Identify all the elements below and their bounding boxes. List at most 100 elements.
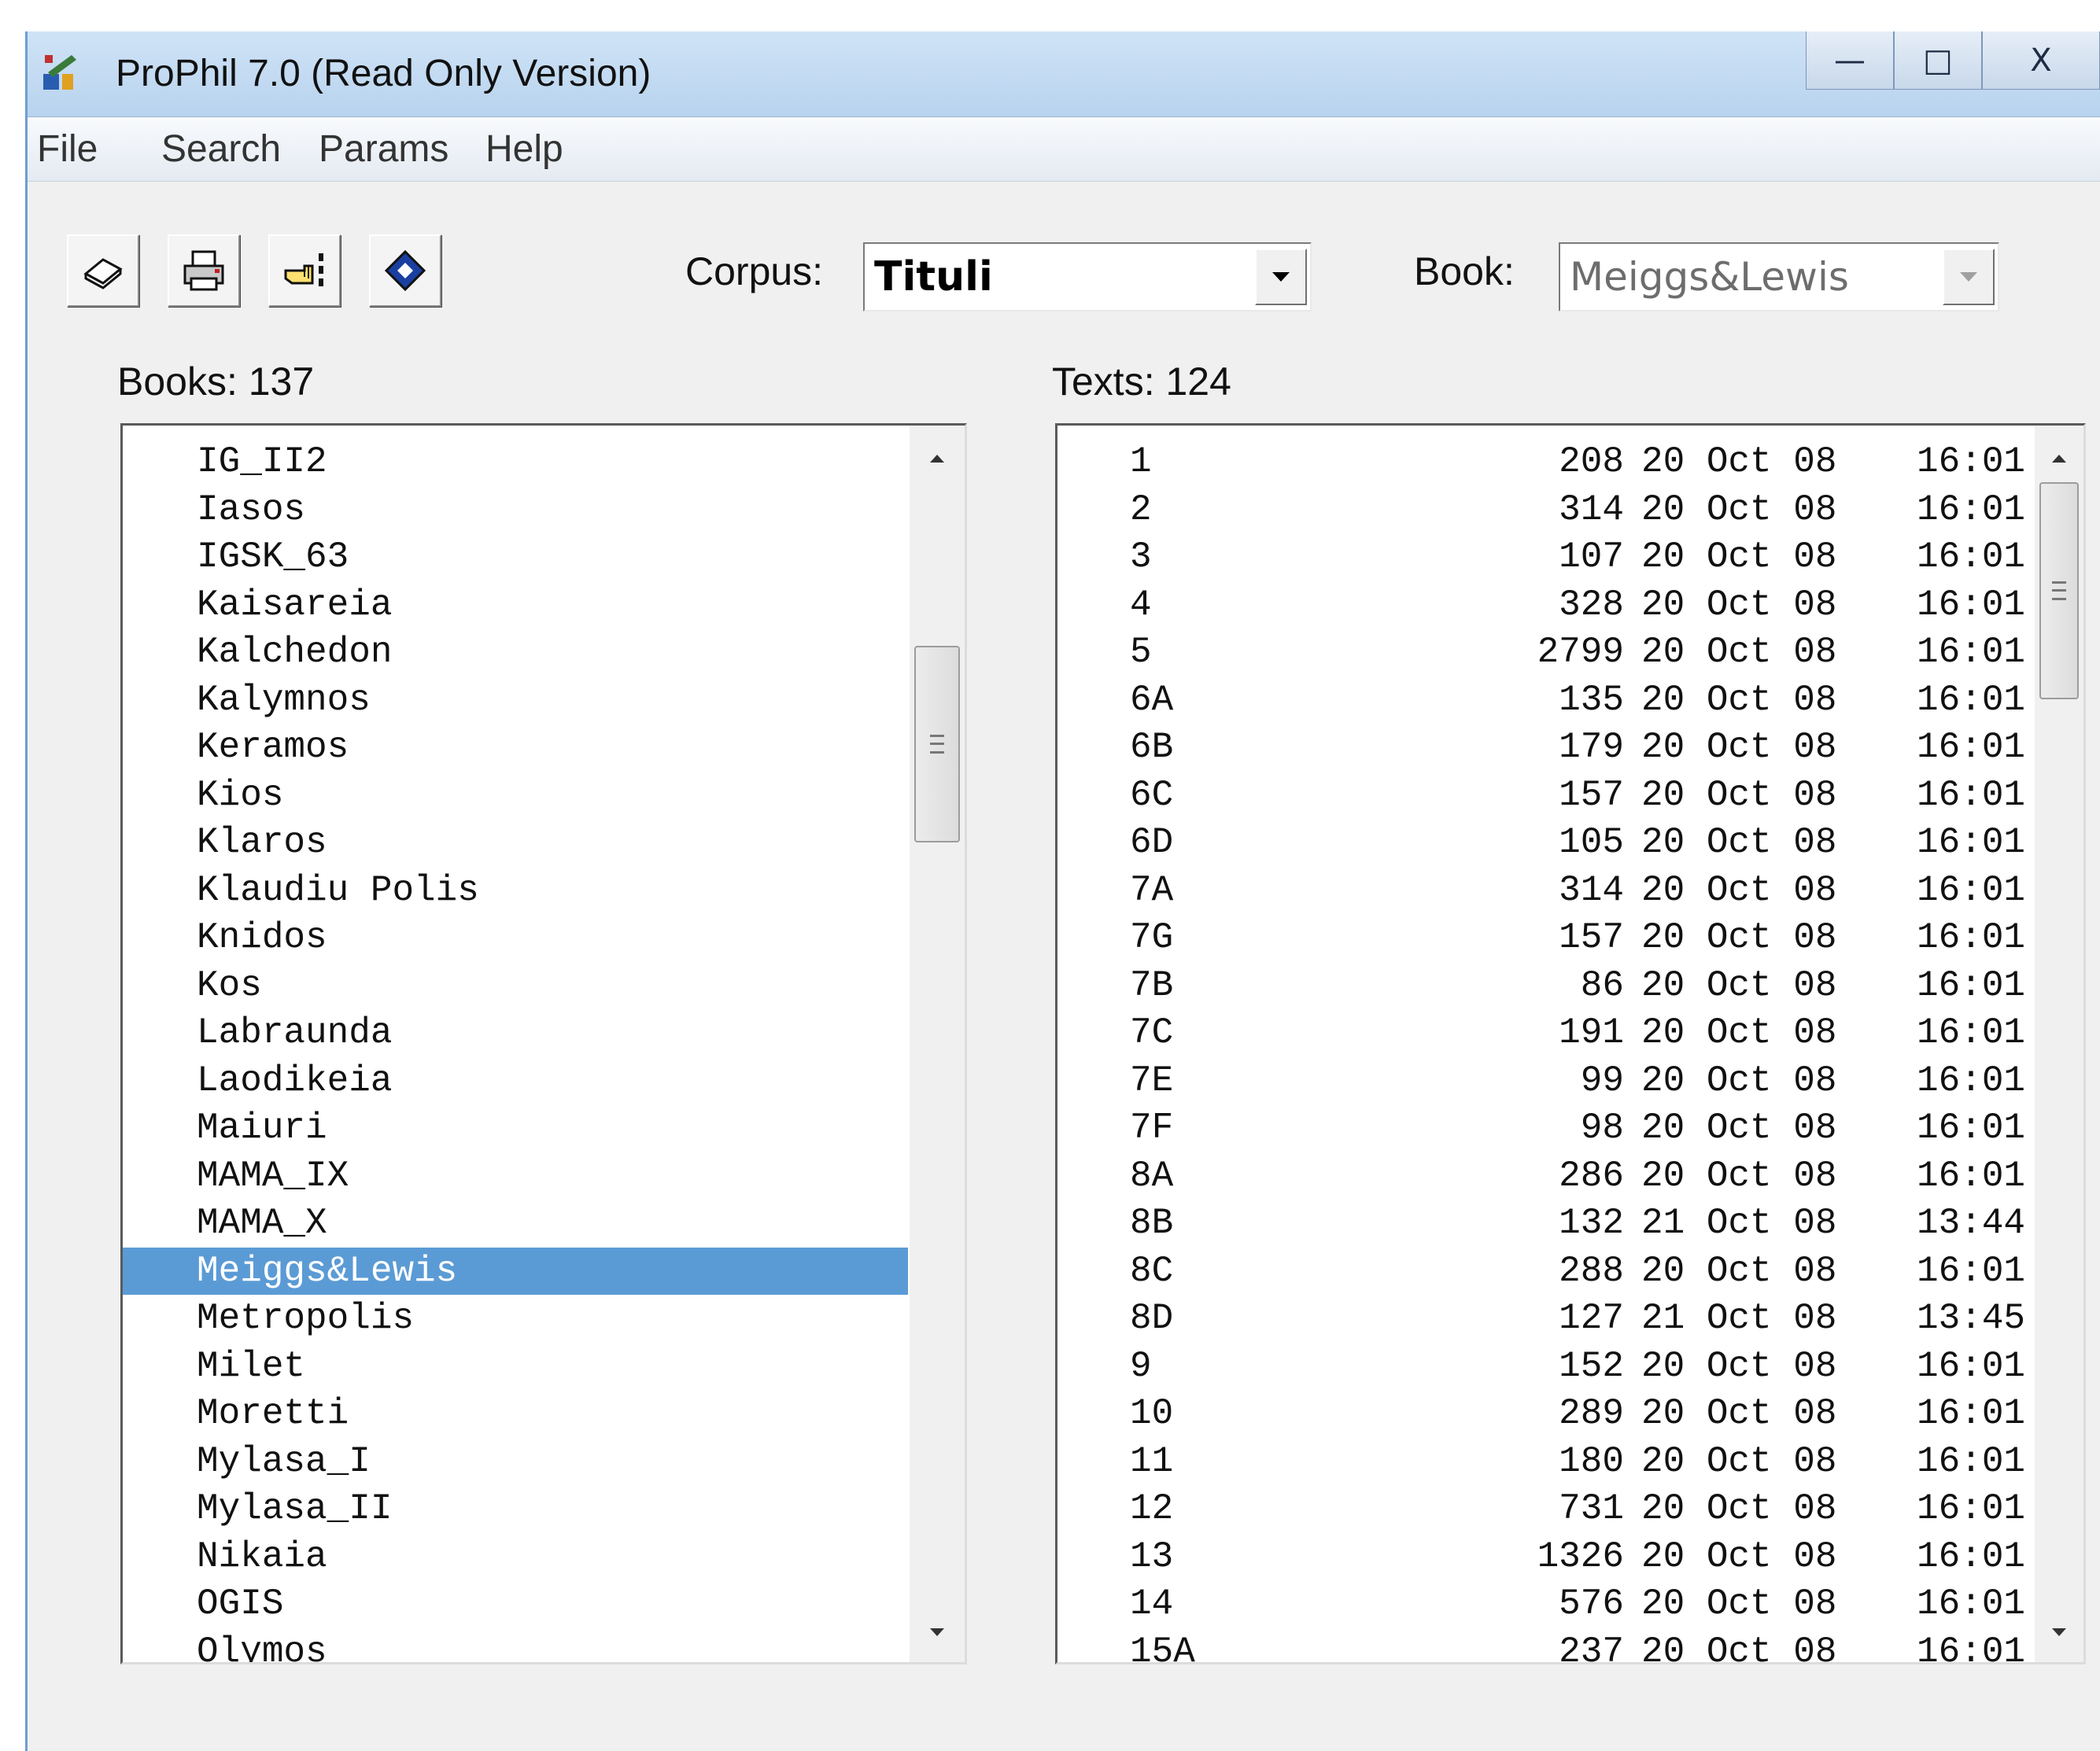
book-list-item[interactable]: Kos — [123, 962, 908, 1009]
text-id-cell: 4 — [1130, 584, 1152, 625]
text-row[interactable]: 6C 157 20 Oct 08 16:01 — [1057, 772, 2033, 819]
text-row[interactable]: 7E 99 20 Oct 08 16:01 — [1057, 1057, 2033, 1104]
book-list-item[interactable]: Meiggs&Lewis — [123, 1247, 908, 1295]
book-list-item[interactable]: Kios — [123, 772, 908, 819]
text-row[interactable]: 12 731 20 Oct 08 16:01 — [1057, 1485, 2033, 1532]
book-dropdown-button[interactable] — [1943, 249, 1995, 305]
texts-list[interactable]: 1 208 20 Oct 08 16:01 2 314 20 Oct 08 16:01 3 107… — [1055, 423, 2086, 1664]
text-id-cell: 7B — [1130, 964, 1174, 1006]
text-id-cell: 11 — [1130, 1440, 1174, 1482]
text-row[interactable]: 14 576 20 Oct 08 16:01 — [1057, 1580, 2033, 1628]
corpus-select[interactable]: Tituli — [863, 242, 1312, 311]
point-button[interactable] — [268, 234, 341, 307]
text-row[interactable]: 9 152 20 Oct 08 16:01 — [1057, 1343, 2033, 1390]
menu-search[interactable]: Search — [161, 126, 281, 173]
scroll-down-button[interactable] — [910, 1607, 965, 1657]
scroll-up-button[interactable] — [2035, 433, 2083, 484]
text-row[interactable]: 8C 288 20 Oct 08 16:01 — [1057, 1248, 2033, 1295]
text-row[interactable]: 7F 98 20 Oct 08 16:01 — [1057, 1104, 2033, 1152]
close-button[interactable]: X — [1982, 31, 2100, 90]
book-list-item[interactable]: Olymos — [123, 1628, 908, 1663]
text-date-cell: 20 Oct 08 — [1641, 632, 1837, 673]
text-id-cell: 7E — [1130, 1060, 1174, 1101]
scroll-thumb[interactable] — [2039, 482, 2079, 699]
scroll-thumb[interactable] — [914, 646, 960, 842]
text-row[interactable]: 11 180 20 Oct 08 16:01 — [1057, 1438, 2033, 1485]
text-date-cell: 20 Oct 08 — [1641, 1393, 1837, 1434]
text-row[interactable]: 7G 157 20 Oct 08 16:01 — [1057, 914, 2033, 961]
book-list-item[interactable]: Keramos — [123, 724, 908, 771]
text-row[interactable]: 1 208 20 Oct 08 16:01 — [1057, 438, 2033, 485]
text-size-cell: 99 — [1580, 1060, 1624, 1101]
books-scrollbar[interactable] — [910, 426, 965, 1662]
book-list-item[interactable]: Metropolis — [123, 1295, 908, 1342]
text-size-cell: 127 — [1559, 1298, 1624, 1339]
text-row[interactable]: 7A 314 20 Oct 08 16:01 — [1057, 867, 2033, 914]
bookmark-button[interactable] — [369, 234, 441, 307]
chevron-down-icon — [2052, 1628, 2066, 1636]
book-list-item[interactable]: Maiuri — [123, 1104, 908, 1152]
print-button[interactable] — [168, 234, 240, 307]
text-size-cell: 98 — [1580, 1108, 1624, 1148]
book-list-item[interactable]: Knidos — [123, 914, 908, 961]
text-row[interactable]: 8B 132 21 Oct 08 13:44 — [1057, 1200, 2033, 1247]
book-icon — [83, 258, 123, 289]
text-row[interactable]: 4 328 20 Oct 08 16:01 — [1057, 581, 2033, 629]
text-row[interactable]: 6A 135 20 Oct 08 16:01 — [1057, 676, 2033, 724]
book-list-item[interactable]: Mylasa_I — [123, 1438, 908, 1485]
book-list-item[interactable]: MAMA_X — [123, 1200, 908, 1247]
texts-scrollbar[interactable] — [2035, 426, 2083, 1662]
text-size-cell: 576 — [1559, 1583, 1624, 1624]
text-row[interactable]: 10 289 20 Oct 08 16:01 — [1057, 1390, 2033, 1437]
menu-params[interactable]: Params — [319, 126, 448, 173]
book-list-item[interactable]: Labraunda — [123, 1009, 908, 1056]
text-date-cell: 20 Oct 08 — [1641, 441, 1837, 482]
book-list-item[interactable]: Laodikeia — [123, 1057, 908, 1104]
book-list-item[interactable]: Milet — [123, 1343, 908, 1390]
maximize-icon: □ — [1923, 42, 1953, 79]
text-row[interactable]: 7B 86 20 Oct 08 16:01 — [1057, 962, 2033, 1009]
book-list-item[interactable]: Moretti — [123, 1390, 908, 1437]
book-list-item[interactable]: Kalymnos — [123, 676, 908, 724]
book-list-item[interactable]: Klaros — [123, 819, 908, 866]
text-row[interactable]: 6D 105 20 Oct 08 16:01 — [1057, 819, 2033, 866]
text-row[interactable]: 8A 286 20 Oct 08 16:01 — [1057, 1152, 2033, 1200]
book-list-item[interactable]: Nikaia — [123, 1533, 908, 1580]
menu-file[interactable]: File — [37, 126, 98, 173]
book-list-item[interactable]: Kalchedon — [123, 629, 908, 676]
text-row[interactable]: 6B 179 20 Oct 08 16:01 — [1057, 724, 2033, 771]
book-list-item[interactable]: MAMA_IX — [123, 1152, 908, 1200]
text-row[interactable]: 7C 191 20 Oct 08 16:01 — [1057, 1009, 2033, 1056]
text-row[interactable]: 2 314 20 Oct 08 16:01 — [1057, 486, 2033, 533]
text-size-cell: 328 — [1559, 584, 1624, 625]
maximize-button[interactable]: □ — [1894, 31, 1982, 90]
menu-help[interactable]: Help — [485, 126, 563, 173]
open-book-button[interactable] — [67, 234, 139, 307]
book-list-item[interactable]: Iasos — [123, 486, 908, 533]
scroll-down-button[interactable] — [2035, 1607, 2083, 1657]
book-list-item[interactable]: Klaudiu Polis — [123, 867, 908, 914]
minimize-button[interactable]: — — [1806, 31, 1894, 90]
corpus-dropdown-button[interactable] — [1255, 249, 1307, 305]
text-size-cell: 1326 — [1537, 1535, 1624, 1577]
text-row[interactable]: 8D 127 21 Oct 08 13:45 — [1057, 1295, 2033, 1342]
text-date-cell: 20 Oct 08 — [1641, 1060, 1837, 1101]
book-list-item[interactable]: Mylasa_II — [123, 1485, 908, 1532]
app-icon — [43, 55, 76, 90]
scroll-up-button[interactable] — [910, 433, 965, 484]
text-row[interactable]: 5 2799 20 Oct 08 16:01 — [1057, 629, 2033, 676]
window-controls: — □ X — [1806, 31, 2100, 90]
text-row[interactable]: 15A 237 20 Oct 08 16:01 — [1057, 1628, 2033, 1663]
book-list-item[interactable]: OGIS — [123, 1580, 908, 1628]
text-size-cell: 135 — [1559, 679, 1624, 721]
books-list[interactable]: IG_II2 Iasos IGSK_63 Kaisareia Kalchedon Kaly… — [120, 423, 967, 1664]
text-date-cell: 20 Oct 08 — [1641, 584, 1837, 625]
text-id-cell: 14 — [1130, 1583, 1174, 1624]
book-list-item[interactable]: IGSK_63 — [123, 533, 908, 581]
title-bar[interactable]: ProPhil 7.0 (Read Only Version) — □ X — [28, 31, 2100, 117]
book-list-item[interactable]: IG_II2 — [123, 438, 908, 485]
text-row[interactable]: 3 107 20 Oct 08 16:01 — [1057, 533, 2033, 581]
book-select[interactable]: Meiggs&Lewis — [1559, 242, 1999, 311]
book-list-item[interactable]: Kaisareia — [123, 581, 908, 629]
text-row[interactable]: 13 1326 20 Oct 08 16:01 — [1057, 1533, 2033, 1580]
